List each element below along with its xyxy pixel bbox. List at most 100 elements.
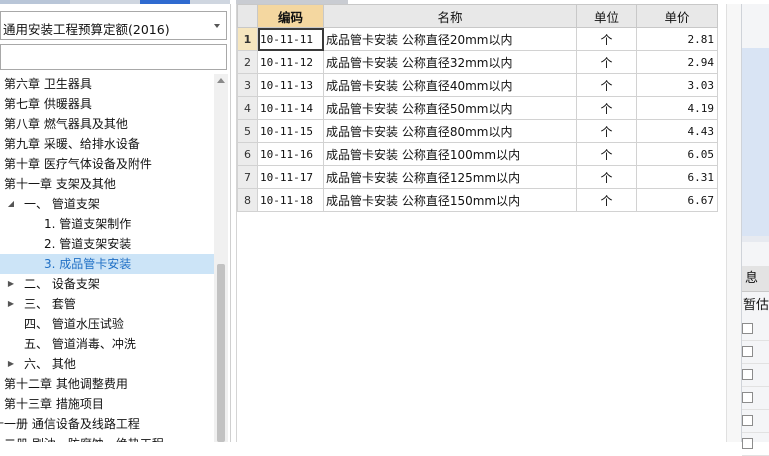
table-row[interactable]: 8 10-11-18 成品管卡安装 公称直径150mm以内个 6.67 (237, 188, 718, 212)
cell-price[interactable]: 4.43 (636, 119, 718, 143)
dropdown-arrow-icon[interactable] (214, 24, 220, 28)
tree-item[interactable]: 十二册 刷油、防腐蚀、绝热工程 (0, 434, 214, 442)
cell-code[interactable]: 10-11-18 (257, 188, 324, 212)
row-index: 4 (237, 96, 258, 120)
tree-item-label: 第七章 供暖器具 (4, 97, 92, 111)
tree-item-label: 四、 管道水压试验 (24, 317, 124, 331)
table-row[interactable]: 5 10-11-15 成品管卡安装 公称直径80mm以内个 4.43 (237, 119, 718, 143)
cell-code[interactable]: 10-11-15 (257, 119, 324, 143)
cell-code[interactable]: 10-11-11 (257, 27, 324, 51)
row-index: 3 (237, 73, 258, 97)
column-header-code[interactable]: 编码 (257, 4, 324, 28)
tree-item[interactable]: 第十一章 支架及其他 (0, 174, 214, 194)
cell-unit[interactable]: 个 (576, 96, 637, 120)
cell-name[interactable]: 成品管卡安装 公称直径150mm以内 (323, 188, 577, 212)
cell-unit[interactable]: 个 (576, 27, 637, 51)
cell-unit[interactable]: 个 (576, 50, 637, 74)
cell-code[interactable]: 10-11-16 (257, 142, 324, 166)
cell-name[interactable]: 成品管卡安装 公称直径50mm以内 (323, 96, 577, 120)
tree-item[interactable]: ▶ 六、 其他 (0, 354, 214, 374)
tree-item[interactable]: 第十二章 其他调整费用 (0, 374, 214, 394)
tree-item[interactable]: 第十三章 措施项目 (0, 394, 214, 414)
expand-caret-icon[interactable]: ◢ (6, 194, 16, 214)
cell-code[interactable]: 10-11-17 (257, 165, 324, 189)
tree-item[interactable]: 第八章 燃气器具及其他 (0, 114, 214, 134)
column-header-unit[interactable]: 单位 (576, 4, 637, 28)
scrollbar-thumb[interactable] (217, 264, 225, 442)
table-row[interactable]: 4 10-11-14 成品管卡安装 公称直径50mm以内个 4.19 (237, 96, 718, 120)
table-row[interactable]: 7 10-11-17 成品管卡安装 公称直径125mm以内个 6.31 (237, 165, 718, 189)
provisional-checkbox[interactable] (742, 369, 753, 380)
table-row[interactable]: 6 10-11-16 成品管卡安装 公称直径100mm以内个 6.05 (237, 142, 718, 166)
collapse-caret-icon[interactable]: ▶ (6, 274, 16, 294)
tree-item-label: 第六章 卫生器具 (4, 77, 92, 91)
tree-item-label: 三、 套管 (24, 297, 76, 311)
tree-item[interactable]: 第七章 供暖器具 (0, 94, 214, 114)
tree-item[interactable]: 四、 管道水压试验 (0, 314, 214, 334)
tree-item-label: 1. 管道支架制作 (44, 217, 132, 231)
row-index: 1 (237, 27, 258, 51)
provisional-checkbox-cell (742, 341, 769, 364)
scroll-up-icon[interactable] (217, 78, 225, 83)
tree-item-label: 五、 管道消毒、冲洗 (24, 337, 136, 351)
provisional-checkbox[interactable] (742, 438, 753, 449)
quota-library-select[interactable]: 通用安装工程预算定额(2016) (0, 11, 227, 40)
cell-name[interactable]: 成品管卡安装 公称直径32mm以内 (323, 50, 577, 74)
collapse-caret-icon[interactable]: ▶ (6, 294, 16, 314)
cell-code[interactable]: 10-11-13 (257, 73, 324, 97)
cell-price[interactable]: 6.31 (636, 165, 718, 189)
tree-item-label: 六、 其他 (24, 357, 76, 371)
cell-unit[interactable]: 个 (576, 142, 637, 166)
tree-item-label: 2. 管道支架安装 (44, 237, 132, 251)
cell-price[interactable]: 2.94 (636, 50, 718, 74)
provisional-checkbox[interactable] (742, 323, 753, 334)
tree-item[interactable]: 第十章 医疗气体设备及附件 (0, 154, 214, 174)
tree-item[interactable]: 第六章 卫生器具 (0, 74, 214, 94)
provisional-column-header: 暂估 (743, 298, 769, 313)
collapse-caret-icon[interactable]: ▶ (6, 354, 16, 374)
cell-name[interactable]: 成品管卡安装 公称直径125mm以内 (323, 165, 577, 189)
row-index: 7 (237, 165, 258, 189)
table-row[interactable]: 3 10-11-13 成品管卡安装 公称直径40mm以内个 3.03 (237, 73, 718, 97)
cell-price[interactable]: 3.03 (636, 73, 718, 97)
tree-item[interactable]: 第九章 采暖、给排水设备 (0, 134, 214, 154)
table-row[interactable]: 1 10-11-11 成品管卡安装 公称直径20mm以内个 2.81 (237, 27, 718, 51)
right-panel-divider (742, 236, 769, 242)
tree-item[interactable]: 1. 管道支架制作 (0, 214, 214, 234)
provisional-checkbox[interactable] (742, 346, 753, 357)
tree-item[interactable]: 十一册 通信设备及线路工程 (0, 414, 214, 434)
tree-item-label: 二、 设备支架 (24, 277, 100, 291)
row-index: 6 (237, 142, 258, 166)
provisional-checkbox[interactable] (742, 392, 753, 403)
cell-unit[interactable]: 个 (576, 165, 637, 189)
tree-item[interactable]: ▶ 二、 设备支架 (0, 274, 214, 294)
tree-item[interactable]: 五、 管道消毒、冲洗 (0, 334, 214, 354)
info-tab[interactable]: 息 (742, 266, 769, 292)
cell-price[interactable]: 4.19 (636, 96, 718, 120)
table-header-row: 编码 名称 单位 单价 (237, 4, 718, 28)
tree-item[interactable]: 2. 管道支架安装 (0, 234, 214, 254)
tree-item[interactable]: 3. 成品管卡安装 (0, 254, 214, 274)
tree-item[interactable]: ◢ 一、 管道支架 (0, 194, 214, 214)
cell-unit[interactable]: 个 (576, 119, 637, 143)
cell-code[interactable]: 10-11-14 (257, 96, 324, 120)
provisional-checkbox[interactable] (742, 415, 753, 426)
cell-price[interactable]: 6.05 (636, 142, 718, 166)
tree-item[interactable]: ▶ 三、 套管 (0, 294, 214, 314)
cell-name[interactable]: 成品管卡安装 公称直径20mm以内 (323, 27, 577, 51)
column-header-name[interactable]: 名称 (323, 4, 577, 28)
cell-unit[interactable]: 个 (576, 188, 637, 212)
cell-price[interactable]: 2.81 (636, 27, 718, 51)
cell-name[interactable]: 成品管卡安装 公称直径80mm以内 (323, 119, 577, 143)
grid-scrollbar[interactable] (726, 4, 741, 442)
column-header-price[interactable]: 单价 (636, 4, 718, 28)
tree-item-label: 第十章 医疗气体设备及附件 (4, 157, 152, 171)
cell-price[interactable]: 6.67 (636, 188, 718, 212)
cell-code[interactable]: 10-11-12 (257, 50, 324, 74)
search-input[interactable] (0, 44, 227, 70)
cell-name[interactable]: 成品管卡安装 公称直径40mm以内 (323, 73, 577, 97)
cell-name[interactable]: 成品管卡安装 公称直径100mm以内 (323, 142, 577, 166)
cell-unit[interactable]: 个 (576, 73, 637, 97)
tree-scrollbar[interactable] (214, 74, 228, 442)
table-row[interactable]: 2 10-11-12 成品管卡安装 公称直径32mm以内个 2.94 (237, 50, 718, 74)
